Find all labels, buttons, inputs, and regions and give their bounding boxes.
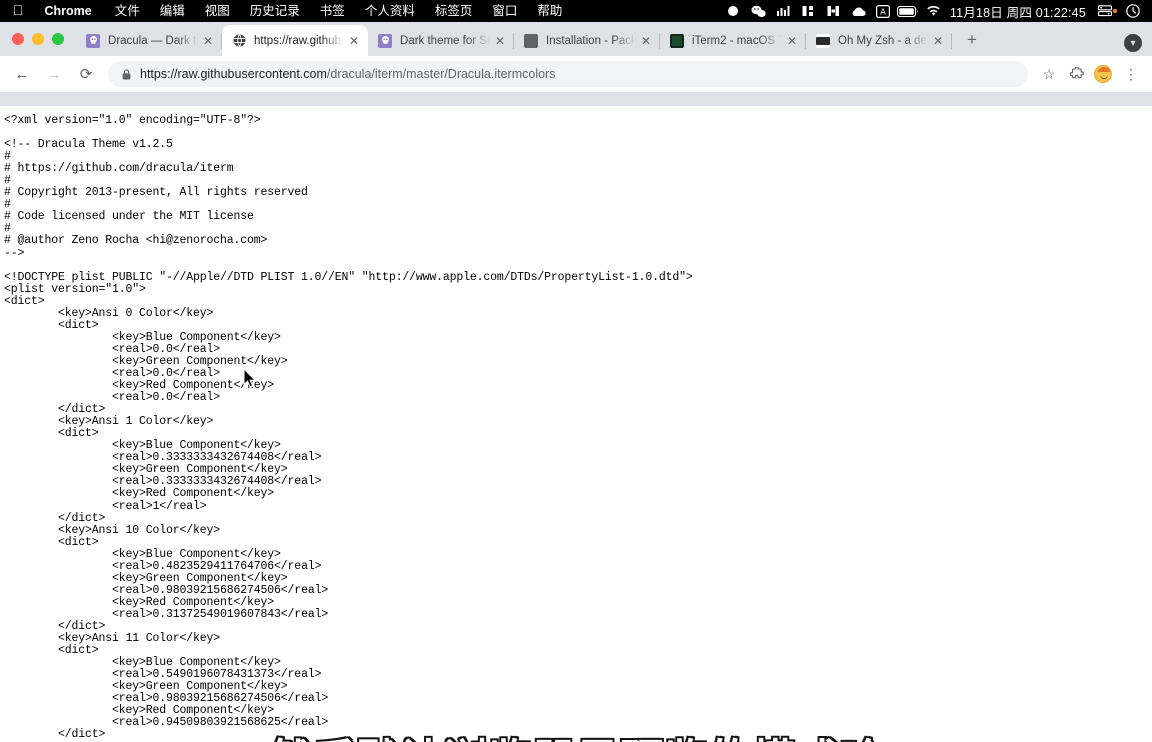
package-control-favicon [524,33,538,48]
back-button[interactable]: ← [8,60,36,88]
page-viewport[interactable]: <?xml version="1.0" encoding="UTF-8"?> <… [0,106,1152,742]
reload-button[interactable]: ⟳ [72,60,100,88]
new-tab-button[interactable]: + [958,26,986,54]
tab-strip-right-group: ▾ [1124,34,1152,56]
audio-levels-icon[interactable] [771,0,796,22]
browser-tab-dark-theme-sublime[interactable]: Dark theme for Sublime ✕ [368,25,514,56]
browser-tab-iterm2[interactable]: iTerm2 - macOS Termina ✕ [660,25,806,56]
raw-xml-source: <?xml version="1.0" encoding="UTF-8"?> <… [4,114,693,742]
stats-icon[interactable] [796,0,821,22]
profile-avatar[interactable] [1094,65,1112,83]
tab-strip: Dracula — Dark theme fo ✕ https://raw.gi… [0,22,1152,56]
menu-item-window[interactable]: 窗口 [482,0,527,22]
menubar-status-tray: A 11月18日 周四 01:22:45 [721,0,1145,22]
window-traffic-lights [8,22,76,56]
tab-title: iTerm2 - macOS Termina [692,34,782,47]
wifi-icon[interactable] [921,0,946,22]
tab-search-icon[interactable]: ▾ [1124,34,1142,52]
tab-close-button[interactable]: ✕ [492,33,508,49]
battery-icon[interactable] [896,0,921,22]
lock-icon[interactable] [120,68,132,80]
macos-menubar:  Chrome 文件 编辑 视图 历史记录 书签 个人资料 标签页 窗口 帮助 [0,0,1152,22]
dracula-favicon [86,33,100,48]
menu-item-history[interactable]: 历史记录 [240,0,310,22]
tab-close-button[interactable]: ✕ [346,33,362,49]
menubar-clock[interactable]: 11月18日 周四 01:22:45 [946,2,1092,21]
cloud-icon[interactable] [846,0,871,22]
wechat-icon[interactable] [746,0,771,22]
menu-item-edit[interactable]: 编辑 [150,0,195,22]
url-domain: https://raw.githubusercontent.com [140,67,327,81]
dracula-favicon [378,33,392,48]
browser-tab-raw-githubusercontent[interactable]: https://raw.githubuserco ✕ [222,25,368,56]
svg-text:A: A [881,6,887,16]
chrome-menu-icon[interactable]: ⋮ [1118,61,1144,87]
bookmark-star-icon[interactable]: ☆ [1036,61,1062,87]
browser-tab-dracula-dark-theme[interactable]: Dracula — Dark theme fo ✕ [76,25,222,56]
clipboard-icon[interactable] [821,0,846,22]
tab-title: Oh My Zsh - a delightful [838,34,928,47]
menu-item-file[interactable]: 文件 [105,0,150,22]
notification-dot-icon [1113,9,1117,13]
zoom-window-button[interactable] [52,33,64,45]
minimize-window-button[interactable] [32,33,44,45]
tab-title: Dark theme for Sublime [400,34,490,47]
menubar-left-group:  Chrome 文件 编辑 视图 历史记录 书签 个人资料 标签页 窗口 帮助 [9,0,572,22]
tab-separator [951,33,952,49]
iterm2-favicon [670,33,684,48]
menu-item-tabs[interactable]: 标签页 [425,0,483,22]
input-method-icon[interactable]: A [871,0,896,22]
ohmyzsh-favicon [816,33,830,48]
control-center-icon[interactable] [1120,0,1145,22]
tab-close-button[interactable]: ✕ [638,33,654,49]
globe-favicon [232,34,246,48]
record-icon[interactable] [721,0,746,22]
extensions-puzzle-icon[interactable] [1064,61,1090,87]
tab-title: https://raw.githubuserco [254,34,344,47]
chrome-browser-window: Dracula — Dark theme fo ✕ https://raw.gi… [0,22,1152,742]
menu-item-view[interactable]: 视图 [195,0,240,22]
tab-title: Installation - Package Co [546,34,636,47]
close-window-button[interactable] [12,33,24,45]
apple-logo-icon[interactable]:  [9,3,35,19]
video-subtitle-overlay: 然后默认浏览器是预览的模式哈 [0,726,1152,742]
browser-tab-oh-my-zsh[interactable]: Oh My Zsh - a delightful ✕ [806,25,952,56]
menu-item-help[interactable]: 帮助 [527,0,572,22]
tab-close-button[interactable]: ✕ [784,33,800,49]
address-bar[interactable]: https://raw.githubusercontent.com/dracul… [108,61,1028,87]
menu-item-bookmarks[interactable]: 书签 [310,0,355,22]
browser-tab-installation-package-control[interactable]: Installation - Package Co ✕ [514,25,660,56]
browser-toolbar: ← → ⟳ https://raw.githubusercontent.com /… [0,56,1152,92]
menu-item-chrome[interactable]: Chrome [35,0,105,22]
forward-button[interactable]: → [40,60,68,88]
tab-close-button[interactable]: ✕ [930,33,946,49]
url-path: /dracula/iterm/master/Dracula.itermcolor… [326,67,556,81]
tab-title: Dracula — Dark theme fo [108,34,198,47]
menu-item-profiles[interactable]: 个人资料 [355,0,425,22]
tab-close-button[interactable]: ✕ [200,33,216,49]
